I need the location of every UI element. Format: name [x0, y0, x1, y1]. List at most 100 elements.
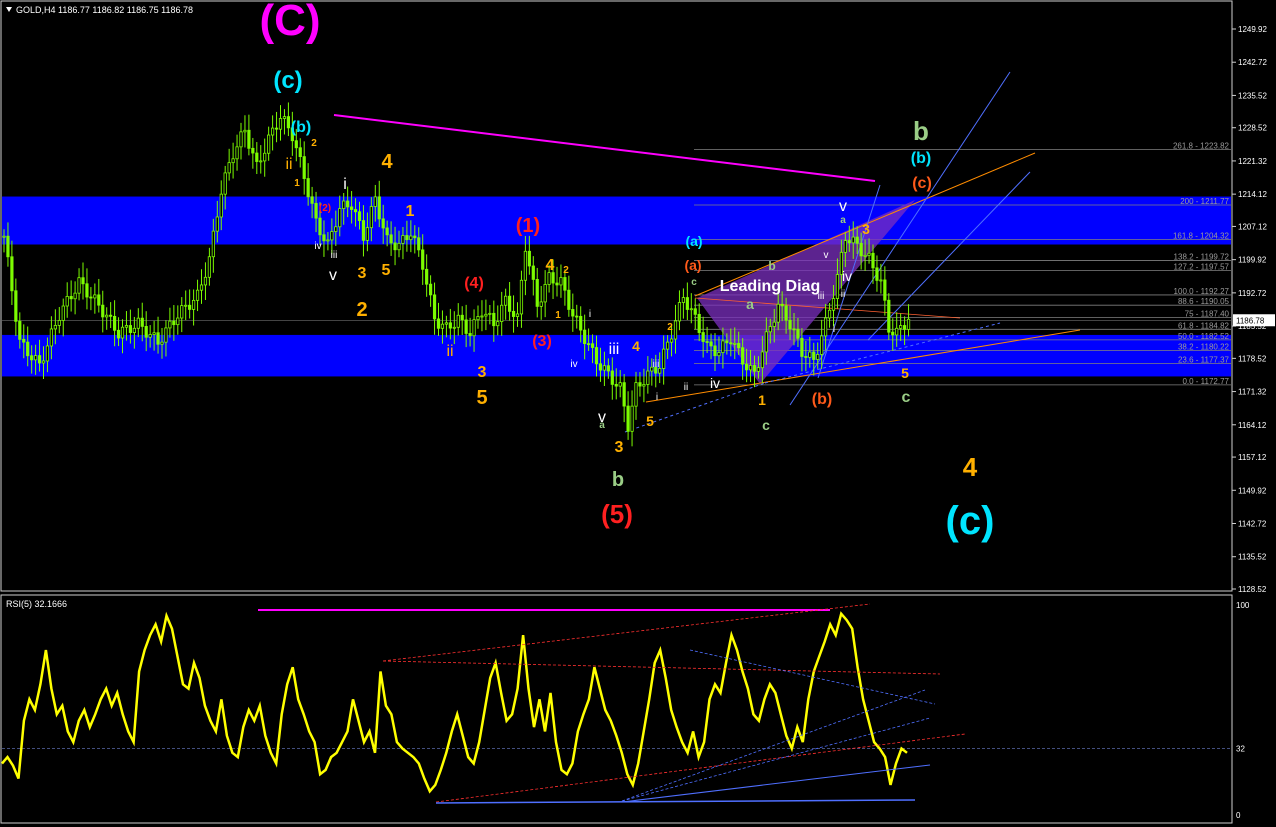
fib-label: 127.2 - 1197.57 [1174, 262, 1230, 271]
candle-body [432, 294, 437, 320]
wave-label: b [768, 259, 775, 273]
rsi-tick-label: 100 [1236, 601, 1250, 610]
candle-body [247, 129, 251, 149]
candle-body [642, 384, 646, 387]
candle-body [215, 216, 219, 232]
candle-body [294, 140, 298, 149]
candle-body [827, 309, 832, 319]
wave-label: (b) [812, 391, 832, 408]
fib-label: 261.8 - 1223.82 [1173, 141, 1230, 150]
candle-body [353, 209, 358, 213]
candle-body [559, 277, 563, 286]
candle-body [314, 202, 318, 219]
triangle-down-icon[interactable] [6, 7, 12, 12]
candle-body [18, 320, 22, 340]
wave-label: iii [609, 341, 620, 358]
candle-body [602, 365, 607, 371]
wave-label: 1 [758, 392, 766, 408]
wave-label: ii [841, 289, 845, 300]
candle-body [349, 206, 354, 210]
candle-body [342, 200, 346, 210]
candle-body [721, 340, 725, 353]
candle-body [37, 355, 42, 364]
wave-label: (5) [601, 499, 633, 529]
candle-body [796, 328, 800, 339]
candle-body [6, 235, 10, 258]
candle-body [492, 312, 496, 327]
candle-body [871, 252, 875, 269]
fib-label: 50.0 - 1182.52 [1178, 332, 1230, 341]
candle-body [507, 295, 512, 312]
price-tick-label: 1164.12 [1238, 421, 1267, 430]
candle-body [199, 284, 204, 291]
candle-body [239, 131, 243, 148]
candle-body [689, 308, 693, 311]
wave-label: 2 [356, 299, 367, 321]
candle-body [468, 333, 472, 337]
wave-label: i [833, 324, 835, 335]
rsi-red-dash-3 [435, 733, 966, 803]
candle-body [472, 319, 476, 337]
candle-body [223, 172, 227, 195]
candle-body [535, 279, 539, 307]
candle-body [800, 337, 804, 357]
candle-body [673, 320, 678, 340]
candle-body [2, 235, 6, 238]
wave-label: (b) [291, 119, 311, 136]
rsi-panel-frame [0, 594, 1233, 824]
fib-label: 161.8 - 1204.32 [1173, 231, 1230, 240]
candle-body [843, 240, 847, 253]
candle-body [626, 405, 630, 432]
candle-body [523, 250, 528, 281]
wave-label: (c) [273, 67, 302, 94]
candle-body [65, 296, 69, 307]
candle-body [274, 127, 279, 130]
candle-body [859, 242, 863, 257]
candle-body [681, 297, 686, 303]
candle-body [369, 206, 373, 229]
candle-body [875, 267, 879, 281]
candle-body [428, 283, 433, 296]
wave-label: (b) [911, 150, 931, 167]
wave-label: c [902, 389, 911, 406]
candle-body [81, 277, 85, 285]
candle-body [286, 116, 291, 129]
chart-canvas: 261.8 - 1223.82 200 - 1211.77 161.8 - 1204… [0, 0, 1275, 824]
rsi-line [1, 611, 908, 794]
rsi-tick-label: 0 [1236, 811, 1241, 820]
wave-label: (c) [946, 499, 995, 543]
candle-body [496, 321, 500, 327]
candle-body [120, 326, 125, 339]
candle-body [136, 317, 140, 329]
wave-label: 5 [476, 387, 487, 409]
candle-body [377, 196, 381, 220]
wave-label: 3 [358, 265, 367, 282]
candle-body [847, 240, 851, 244]
symbol-header: GOLD,H4 1186.77 1186.82 1186.75 1186.78 [16, 5, 193, 15]
candle-body [531, 265, 535, 280]
candle-body [851, 236, 855, 244]
wave-label: (1) [516, 215, 540, 237]
candle-body [278, 118, 283, 130]
candle-body [93, 294, 97, 299]
wave-label: ii [285, 156, 292, 173]
candle-body [211, 230, 215, 258]
wave-label: c [762, 417, 770, 433]
candle-body [61, 305, 65, 321]
candle-body [298, 147, 302, 158]
candle-body [634, 382, 638, 407]
wave-label: (4) [464, 275, 484, 292]
candle-body [421, 249, 425, 270]
price-tick-label: 1149.92 [1238, 486, 1267, 495]
candle-body [152, 332, 156, 335]
candle-body [140, 317, 144, 327]
rsi-red-dash-1 [382, 603, 871, 662]
wave-label: 4 [381, 151, 393, 173]
candle-body [116, 329, 121, 339]
candle-body [357, 211, 362, 222]
candle-body [326, 239, 330, 242]
candle-body [891, 331, 895, 336]
wave-label: ii [446, 343, 453, 360]
candle-body [725, 340, 729, 344]
candle-body [476, 316, 480, 321]
